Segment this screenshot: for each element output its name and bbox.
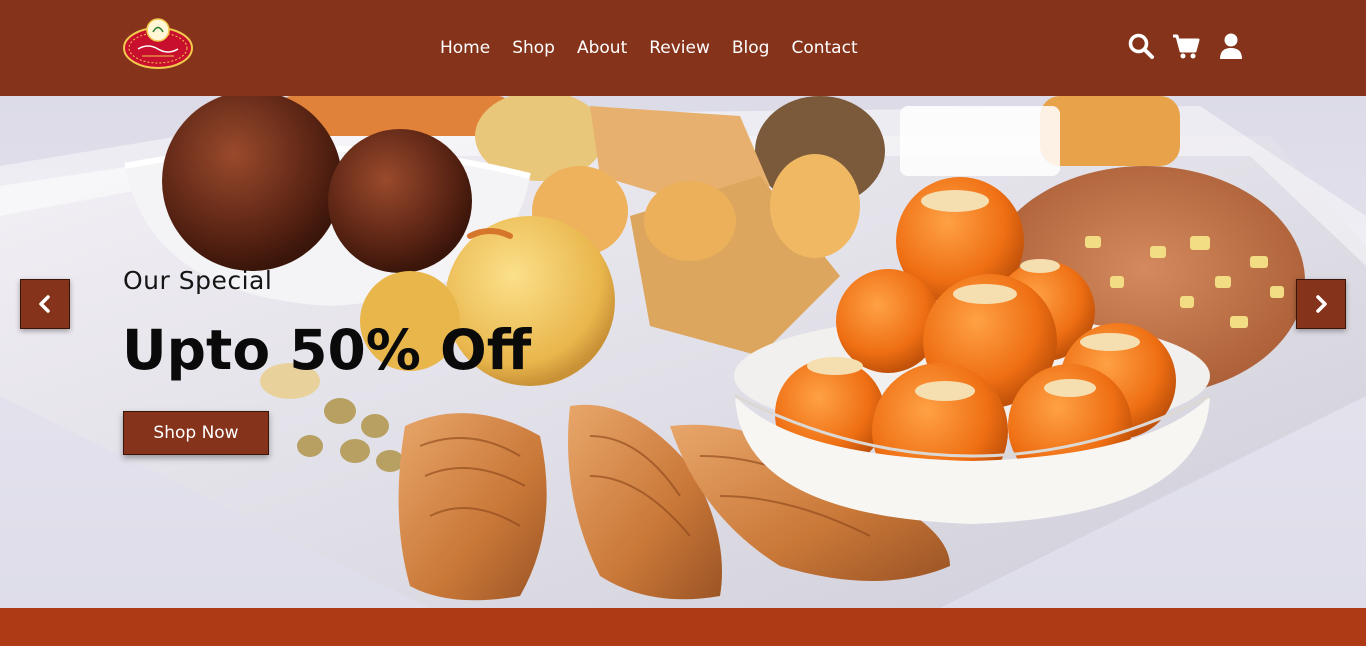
hero-title: Upto 50% Off [122,318,532,382]
site-header: Home Shop About Review Blog Contact [0,0,1366,96]
slider-next-button[interactable] [1296,279,1346,329]
chevron-left-icon [39,295,50,313]
nav-about-link[interactable]: About [577,37,627,59]
main-nav: Home Shop About Review Blog Contact [440,37,880,59]
section-strip [0,608,1366,646]
header-icons [1127,32,1262,60]
sweets-brand-logo-icon [123,18,193,69]
hero-banner: Our Special Upto 50% Off Shop Now [0,96,1366,608]
brand-logo[interactable] [122,18,194,70]
hero-subtitle: Our Special [123,266,273,295]
nav-contact-link[interactable]: Contact [791,37,857,59]
nav-home-link[interactable]: Home [440,37,490,59]
nav-blog-link[interactable]: Blog [732,37,770,59]
cart-icon[interactable] [1172,32,1200,60]
user-icon[interactable] [1217,32,1245,60]
chevron-right-icon [1316,295,1327,313]
nav-review-link[interactable]: Review [649,37,710,59]
nav-shop-link[interactable]: Shop [512,37,555,59]
slider-prev-button[interactable] [20,279,70,329]
search-icon[interactable] [1127,32,1155,60]
shop-now-button[interactable]: Shop Now [123,411,269,455]
